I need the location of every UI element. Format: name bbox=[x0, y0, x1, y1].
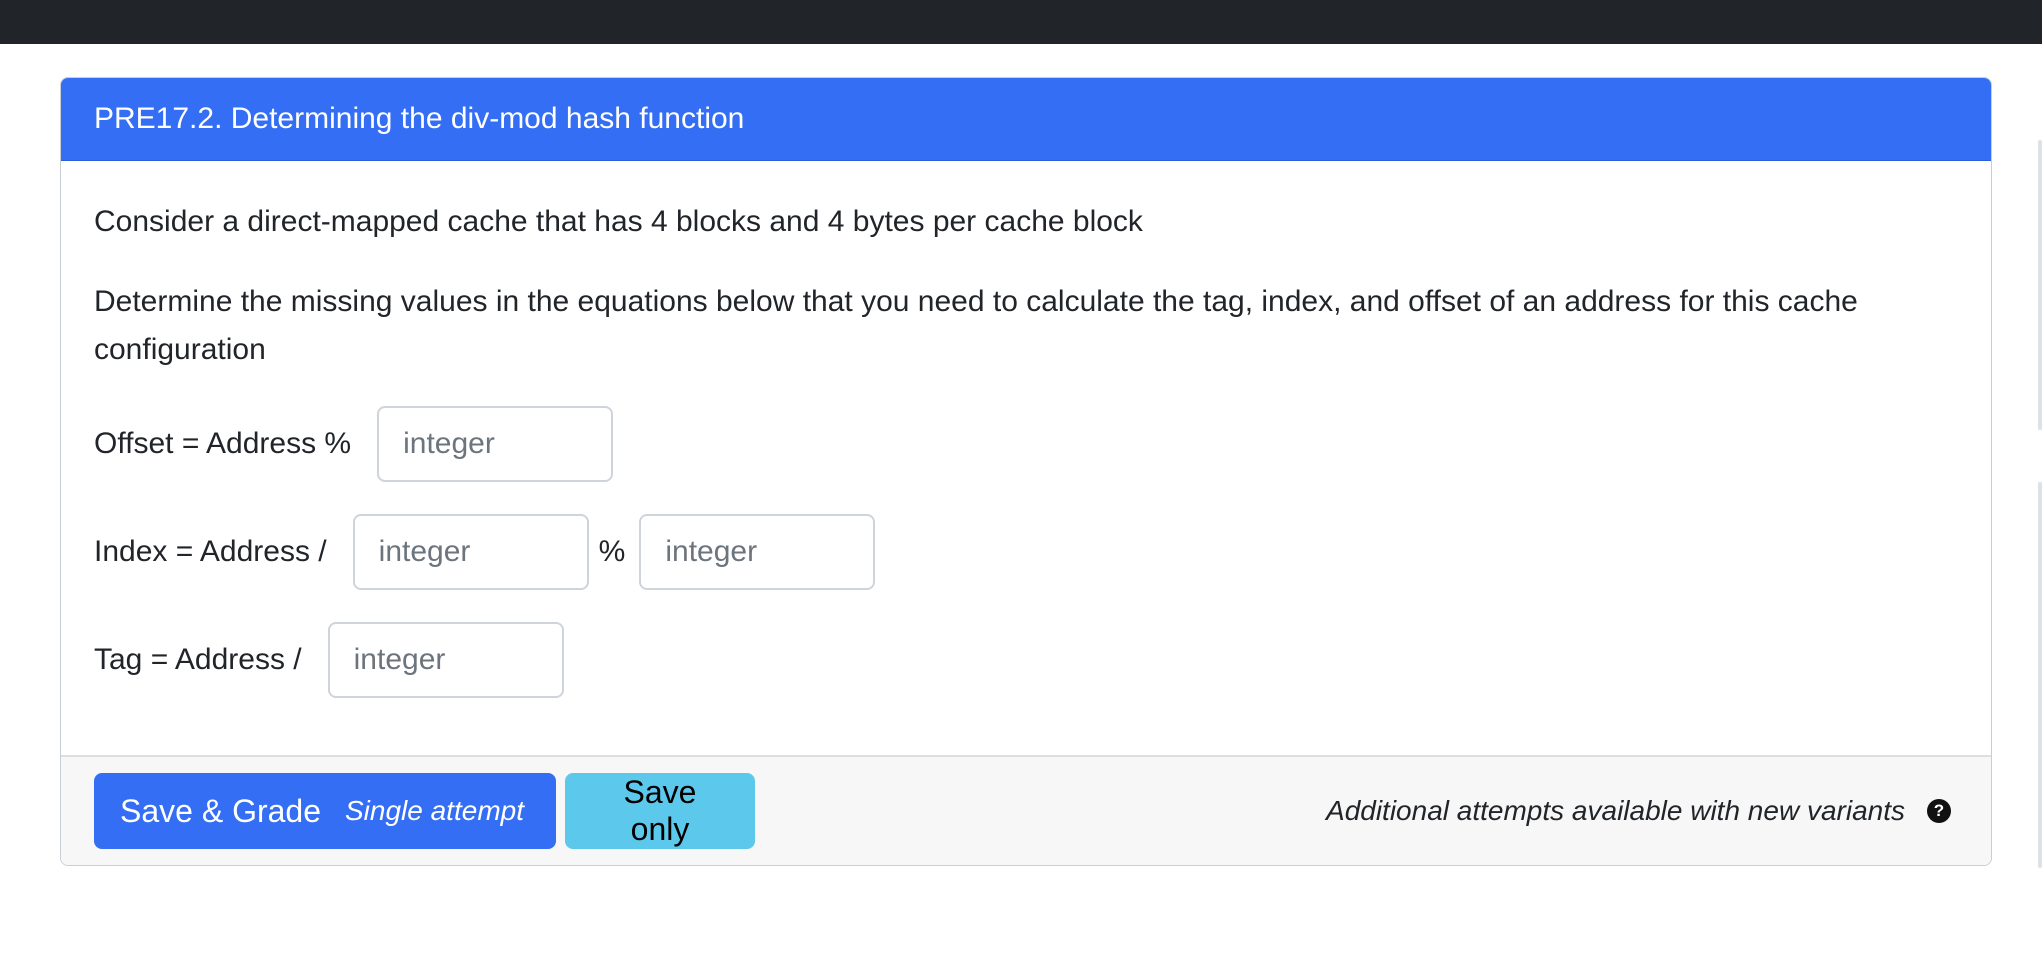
right-edge-panel bbox=[2038, 140, 2042, 430]
save-grade-sublabel: Single attempt bbox=[345, 795, 524, 826]
tag-label: Tag = Address / bbox=[94, 643, 302, 676]
attempts-note-text: Additional attempts available with new v… bbox=[1326, 795, 1905, 826]
top-navbar bbox=[0, 0, 2042, 44]
save-only-button[interactable]: Save only bbox=[565, 773, 755, 849]
right-edge-panel-lower bbox=[2038, 482, 2042, 868]
question-title: PRE17.2. Determining the div-mod hash fu… bbox=[61, 78, 1991, 161]
attempts-note: Additional attempts available with new v… bbox=[1326, 795, 1951, 827]
index-label: Index = Address / bbox=[94, 535, 327, 568]
index-div-input[interactable] bbox=[352, 514, 589, 590]
question-footer: Save & Grade Single attempt Save only Ad… bbox=[61, 755, 1991, 865]
question-instructions: Determine the missing values in the equa… bbox=[94, 285, 1858, 366]
index-equation: Index = Address / % bbox=[94, 514, 1958, 590]
index-mod-symbol: % bbox=[598, 535, 626, 568]
question-card: PRE17.2. Determining the div-mod hash fu… bbox=[60, 77, 1992, 866]
save-grade-button[interactable]: Save & Grade Single attempt bbox=[94, 773, 556, 849]
tag-equation: Tag = Address / bbox=[94, 622, 1958, 698]
question-intro: Consider a direct-mapped cache that has … bbox=[94, 205, 1143, 238]
question-body: Consider a direct-mapped cache that has … bbox=[61, 161, 1991, 698]
offset-mod-input[interactable] bbox=[377, 406, 614, 482]
tag-div-input[interactable] bbox=[327, 622, 564, 698]
question-circle-icon[interactable]: ? bbox=[1927, 799, 1951, 823]
index-mod-input[interactable] bbox=[639, 514, 876, 590]
offset-label: Offset = Address % bbox=[94, 427, 352, 460]
save-grade-label: Save & Grade bbox=[120, 792, 321, 829]
offset-equation: Offset = Address % bbox=[94, 406, 1958, 482]
